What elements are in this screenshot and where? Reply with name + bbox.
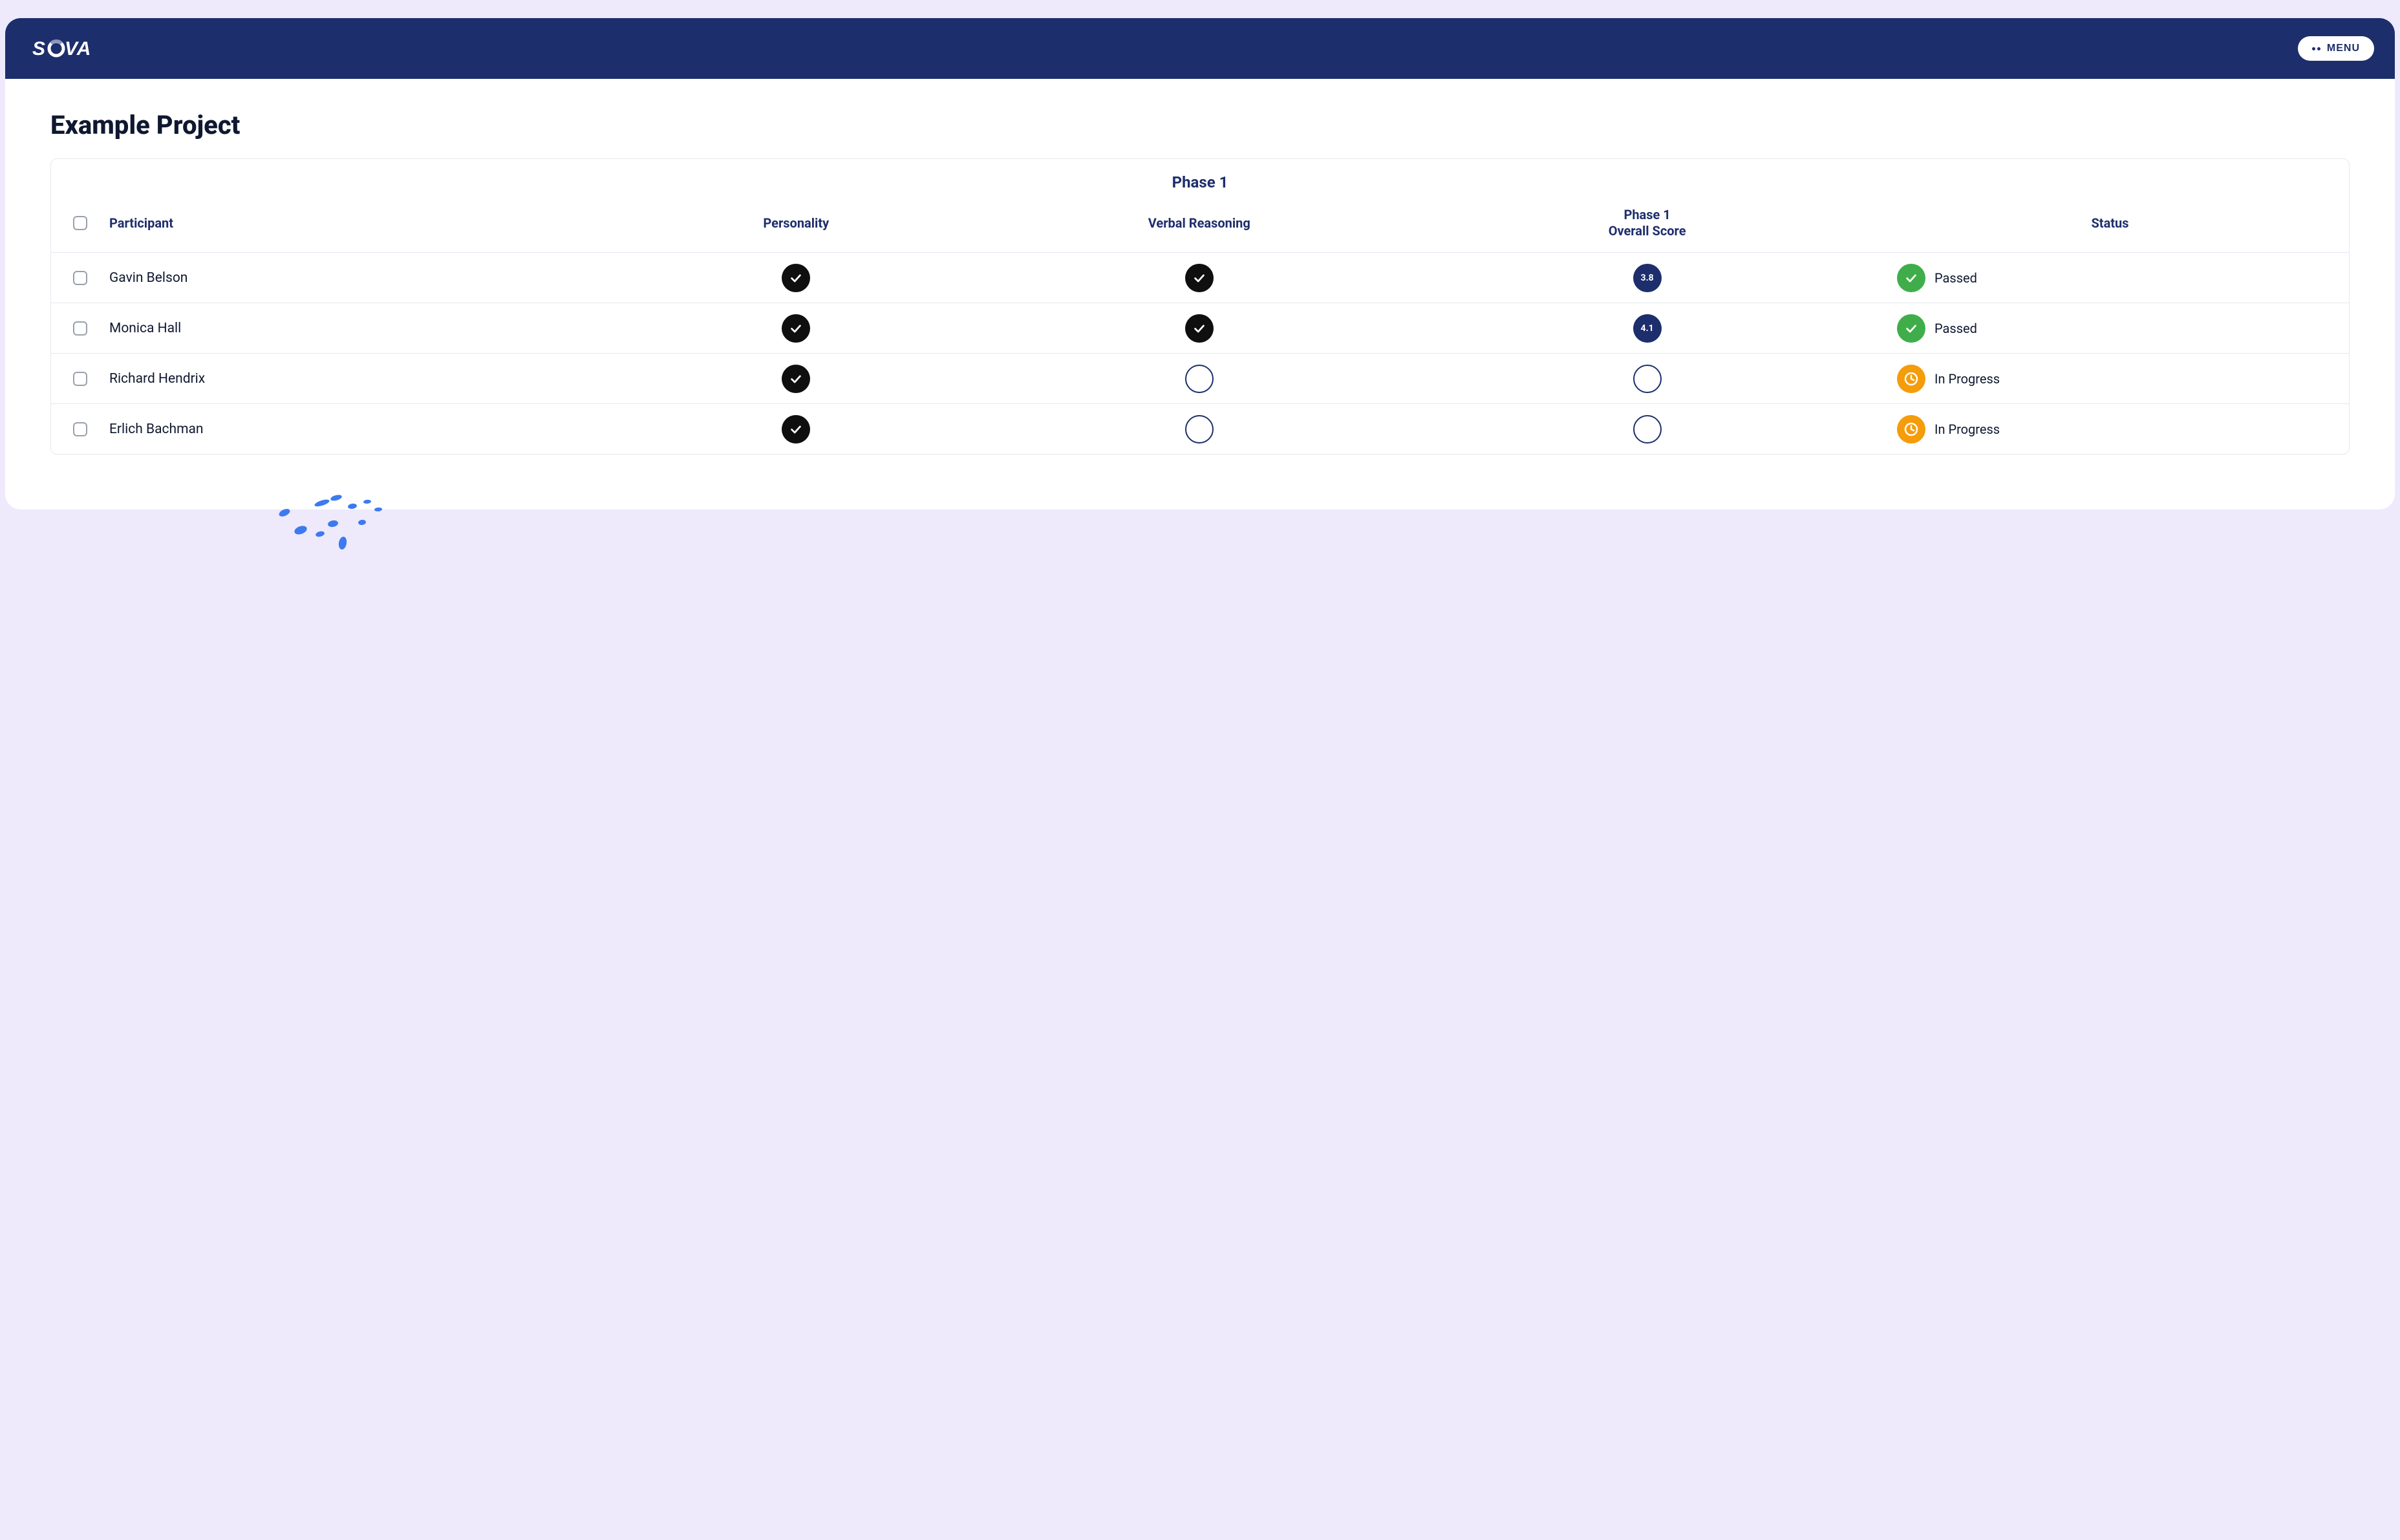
header-select-all-cell [51, 216, 109, 230]
check-icon [789, 271, 803, 285]
table-row: Gavin Belson 3.8 Passed [51, 252, 2349, 303]
row-checkbox-cell [51, 372, 109, 386]
personality-done-icon [782, 365, 810, 393]
status-passed-icon [1897, 314, 1925, 343]
svg-text:S: S [32, 38, 46, 59]
row-checkbox-cell [51, 422, 109, 436]
row-checkbox-cell [51, 271, 109, 285]
menu-button[interactable]: MENU [2298, 36, 2374, 61]
verbal-empty-icon [1185, 415, 1214, 444]
clock-icon [1903, 371, 1919, 387]
verbal-cell [975, 415, 1423, 444]
menu-button-label: MENU [2327, 43, 2360, 54]
check-icon [789, 422, 803, 436]
overall-score-empty-icon [1633, 415, 1662, 444]
clock-icon [1903, 422, 1919, 437]
participant-name: Monica Hall [109, 321, 617, 336]
content-area: Example Project Phase 1 Participant Pers… [5, 79, 2395, 487]
verbal-cell [975, 264, 1423, 292]
row-checkbox[interactable] [73, 321, 87, 336]
column-status: Status [1871, 215, 2349, 231]
check-icon [1192, 271, 1206, 285]
row-checkbox-cell [51, 321, 109, 336]
brand-logo: S VA [32, 37, 116, 60]
verbal-cell [975, 314, 1423, 343]
status-label: Passed [1934, 321, 1977, 336]
decorative-paint-strokes [0, 503, 2400, 568]
check-icon [789, 321, 803, 336]
personality-done-icon [782, 314, 810, 343]
verbal-done-icon [1185, 264, 1214, 292]
table-row: Richard Hendrix In Progress [51, 353, 2349, 403]
status-label: In Progress [1934, 422, 2000, 437]
personality-cell [617, 314, 975, 343]
row-checkbox[interactable] [73, 422, 87, 436]
overall-score-cell [1423, 415, 1871, 444]
status-cell: In Progress [1871, 365, 2349, 393]
table-body: Gavin Belson 3.8 Passed Monica Hall 4.1 Passe… [51, 252, 2349, 454]
status-inprogress-icon [1897, 365, 1925, 393]
table-header-row: Participant Personality Verbal Reasoning… [51, 199, 2349, 252]
check-icon [1904, 321, 1918, 336]
status-cell: In Progress [1871, 415, 2349, 444]
app-window: S VA MENU Example Project Phase 1 Partic… [5, 18, 2395, 509]
status-cell: Passed [1871, 264, 2349, 292]
column-personality: Personality [617, 215, 975, 231]
overall-score-badge: 3.8 [1633, 264, 1662, 292]
column-participant: Participant [109, 215, 617, 231]
row-checkbox[interactable] [73, 271, 87, 285]
overall-score-cell: 3.8 [1423, 264, 1871, 292]
check-icon [789, 372, 803, 386]
personality-done-icon [782, 264, 810, 292]
participants-table: Phase 1 Participant Personality Verbal R… [50, 158, 2350, 455]
personality-cell [617, 365, 975, 393]
verbal-empty-icon [1185, 365, 1214, 393]
status-passed-icon [1897, 264, 1925, 292]
column-overall: Phase 1 Overall Score [1423, 207, 1871, 239]
table-row: Erlich Bachman In Progress [51, 403, 2349, 454]
participant-name: Gavin Belson [109, 270, 617, 286]
overall-score-empty-icon [1633, 365, 1662, 393]
row-checkbox[interactable] [73, 372, 87, 386]
verbal-cell [975, 365, 1423, 393]
svg-text:VA: VA [65, 38, 91, 59]
participant-name: Richard Hendrix [109, 371, 617, 387]
status-label: Passed [1934, 270, 1977, 286]
status-cell: Passed [1871, 314, 2349, 343]
phase-title: Phase 1 [51, 159, 2349, 199]
verbal-done-icon [1185, 314, 1214, 343]
participant-name: Erlich Bachman [109, 422, 617, 437]
personality-cell [617, 415, 975, 444]
status-inprogress-icon [1897, 415, 1925, 444]
overall-score-cell: 4.1 [1423, 314, 1871, 343]
status-label: In Progress [1934, 371, 2000, 387]
check-icon [1192, 321, 1206, 336]
menu-dots-icon [2312, 47, 2320, 50]
overall-score-cell [1423, 365, 1871, 393]
page-title: Example Project [50, 110, 2350, 140]
personality-cell [617, 264, 975, 292]
header-bar: S VA MENU [5, 18, 2395, 79]
table-row: Monica Hall 4.1 Passed [51, 303, 2349, 353]
personality-done-icon [782, 415, 810, 444]
column-verbal: Verbal Reasoning [975, 215, 1423, 231]
check-icon [1904, 271, 1918, 285]
select-all-checkbox[interactable] [73, 216, 87, 230]
overall-score-badge: 4.1 [1633, 314, 1662, 343]
sova-logo-icon: S VA [32, 37, 116, 60]
